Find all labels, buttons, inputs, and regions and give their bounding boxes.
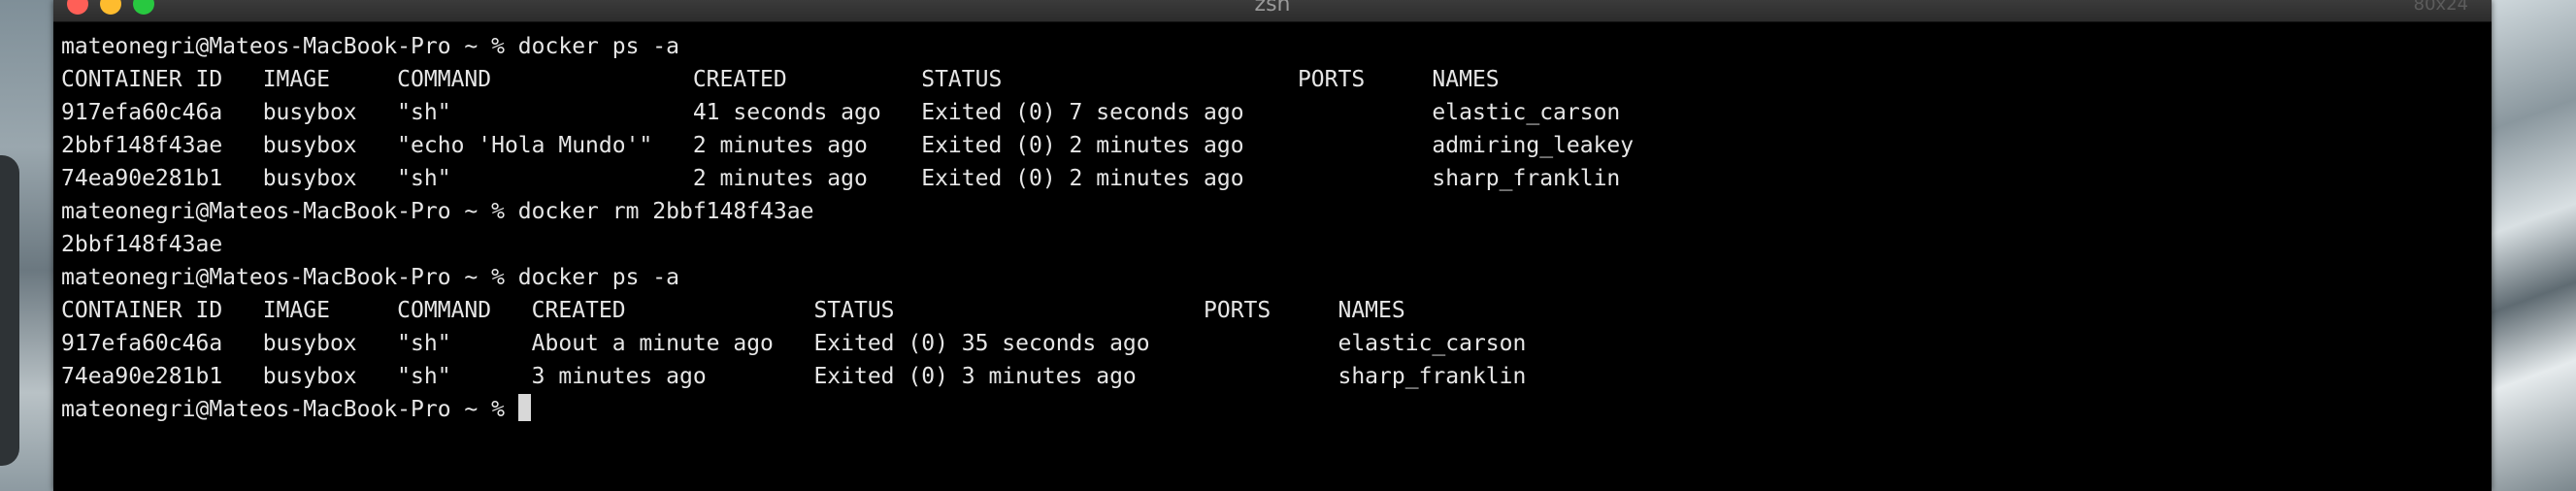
desktop-wallpaper-left xyxy=(0,0,58,491)
desktop-wallpaper-right xyxy=(2489,0,2576,491)
window-size-label: 80x24 xyxy=(2413,0,2468,15)
title-bar[interactable]: zsh 80x24 xyxy=(53,0,2492,22)
prompt-line[interactable]: mateonegri@Mateos-MacBook-Pro ~ % xyxy=(61,393,2484,426)
shell-prompt: mateonegri@Mateos-MacBook-Pro ~ % xyxy=(61,397,518,422)
window-title: zsh xyxy=(1254,0,1291,16)
output-line: 917efa60c46a busybox "sh" 41 seconds ago… xyxy=(61,100,1621,125)
output-line: 2bbf148f43ae xyxy=(61,232,223,257)
terminal-output[interactable]: mateonegri@Mateos-MacBook-Pro ~ % docker… xyxy=(61,30,2484,491)
terminal-window: zsh 80x24 mateonegri@Mateos-MacBook-Pro … xyxy=(53,0,2492,491)
output-line: 2bbf148f43ae busybox "echo 'Hola Mundo'"… xyxy=(61,133,1635,158)
text-cursor[interactable] xyxy=(517,394,531,421)
output-line: mateonegri@Mateos-MacBook-Pro ~ % docker… xyxy=(61,265,679,290)
output-line: mateonegri@Mateos-MacBook-Pro ~ % docker… xyxy=(61,199,814,224)
background-window-edge xyxy=(0,155,19,466)
output-line: 74ea90e281b1 busybox "sh" 2 minutes ago … xyxy=(61,166,1621,191)
output-line: CONTAINER ID IMAGE COMMAND CREATED STATU… xyxy=(61,67,1500,92)
output-line: mateonegri@Mateos-MacBook-Pro ~ % docker… xyxy=(61,34,679,59)
output-line: 917efa60c46a busybox "sh" About a minute… xyxy=(61,331,1527,356)
output-line: 74ea90e281b1 busybox "sh" 3 minutes ago … xyxy=(61,364,1527,389)
output-line: CONTAINER ID IMAGE COMMAND CREATED STATU… xyxy=(61,298,1405,323)
